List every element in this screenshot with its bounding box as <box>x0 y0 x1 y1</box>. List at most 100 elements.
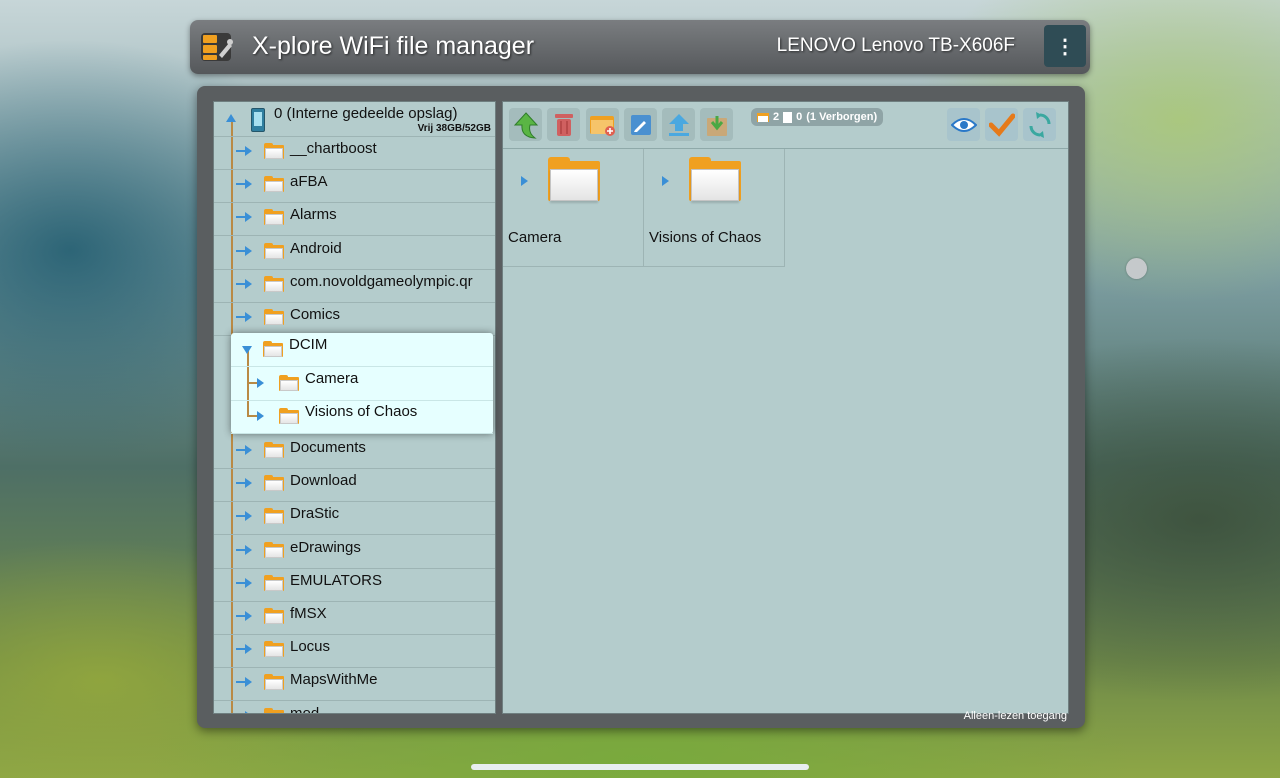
expand-arrow-icon[interactable] <box>236 478 252 489</box>
tree-row[interactable]: mod <box>214 701 495 713</box>
tree-item-label: DCIM <box>289 336 328 353</box>
folder-icon-wrap <box>264 176 284 193</box>
item-count-badge: 2 0 (1 Verborgen) <box>751 108 884 126</box>
folder-icon <box>264 508 284 525</box>
folder-icon-wrap <box>264 541 284 558</box>
eye-icon <box>950 117 977 132</box>
tree-row[interactable]: fMSX <box>214 601 495 635</box>
expand-arrow-icon[interactable] <box>236 511 252 522</box>
tree-root-row[interactable]: 0 (Interne gedeelde opslag) Vrij 38GB/52… <box>214 102 495 137</box>
tree-item-label: Camera <box>305 370 359 387</box>
tree-row[interactable]: EMULATORS <box>214 568 495 602</box>
tree-row[interactable]: Android <box>214 236 495 270</box>
folder-icon <box>264 641 284 658</box>
expand-arrow-icon[interactable] <box>242 346 252 354</box>
tree-row[interactable]: aFBA <box>214 169 495 204</box>
expand-arrow-icon[interactable] <box>236 644 252 655</box>
rename-button[interactable] <box>624 108 657 141</box>
folder-icon <box>264 209 284 226</box>
expand-arrow-icon[interactable] <box>236 312 252 322</box>
folder-icon <box>279 408 299 424</box>
refresh-button[interactable] <box>1023 108 1056 141</box>
expand-arrow-icon[interactable] <box>236 445 252 455</box>
assistive-touch-button[interactable] <box>1126 258 1147 279</box>
expand-arrow-icon[interactable] <box>236 677 252 688</box>
folder-icon <box>264 475 284 492</box>
tree-row[interactable]: DraStic <box>214 501 495 536</box>
trash-icon <box>554 113 573 136</box>
upload-button[interactable] <box>662 108 695 141</box>
tree-row[interactable]: Documents <box>214 435 495 469</box>
select-button[interactable] <box>985 108 1018 141</box>
folder-icon <box>689 157 741 201</box>
grid-item-label: Camera <box>508 229 562 246</box>
folder-icon-wrap <box>264 275 284 292</box>
expand-arrow-icon[interactable] <box>236 611 252 621</box>
tree-item-label: com.novoldgameolympic.qr <box>290 272 473 290</box>
folder-icon <box>264 176 284 193</box>
tree-row[interactable]: Comics <box>214 302 495 336</box>
expand-arrow-icon[interactable] <box>236 577 252 588</box>
folder-icon-wrap <box>279 375 299 391</box>
tree-item-label: Android <box>290 239 342 257</box>
phone-storage-icon <box>251 108 265 132</box>
expand-arrow-icon[interactable] <box>662 176 669 186</box>
hidden-count: (1 Verborgen) <box>806 111 878 123</box>
expanded-folder-dcim[interactable]: DCIM Camera Visions of Chaos <box>231 333 493 434</box>
folder-icon-wrap <box>264 209 284 226</box>
expand-arrow-icon[interactable] <box>521 176 528 186</box>
folder-icon-wrap <box>689 157 741 201</box>
file-count: 0 <box>796 111 803 123</box>
folder-icon-wrap <box>548 157 600 201</box>
arrow-up-icon <box>513 111 538 139</box>
folder-icon-wrap <box>264 674 284 691</box>
expand-arrow-icon[interactable] <box>236 544 252 555</box>
app-logo-icon <box>199 29 235 65</box>
grid-folder-item[interactable]: Camera <box>503 149 644 267</box>
expand-arrow-icon[interactable] <box>257 378 264 388</box>
expand-arrow-icon[interactable] <box>236 179 252 190</box>
grid-item-label: Visions of Chaos <box>649 229 762 246</box>
grid-folder-item[interactable]: Visions of Chaos <box>644 149 785 267</box>
folder-icon <box>264 309 284 325</box>
tree-row-child[interactable]: Camera <box>231 367 493 401</box>
new-folder-button[interactable] <box>586 108 619 141</box>
tree-row-dcim[interactable]: DCIM <box>231 333 493 367</box>
tree-item-label: eDrawings <box>290 538 361 556</box>
expand-arrow-icon[interactable] <box>236 245 252 256</box>
expand-arrow-icon[interactable] <box>236 146 252 156</box>
home-indicator[interactable] <box>471 764 809 770</box>
delete-button[interactable] <box>547 108 580 141</box>
go-up-button[interactable] <box>509 108 542 141</box>
tree-row[interactable]: MapsWithMe <box>214 667 495 702</box>
file-list-pane[interactable]: 2 0 (1 Verborgen) Camera Visions of Chaos <box>502 101 1069 714</box>
folder-count: 2 <box>773 111 780 123</box>
tree-row[interactable]: eDrawings <box>214 535 495 569</box>
tree-row-child[interactable]: Visions of Chaos <box>231 400 493 434</box>
title-bar: X-plore WiFi file manager LENOVO Lenovo … <box>190 20 1090 74</box>
tree-row[interactable]: Alarms <box>214 202 495 237</box>
tree-item-label: Alarms <box>290 206 337 224</box>
tree-row[interactable]: com.novoldgameolympic.qr <box>214 269 495 303</box>
tree-row[interactable]: Locus <box>214 634 495 669</box>
tree-item-label: Download <box>290 472 357 490</box>
collapse-arrow-icon[interactable] <box>226 114 236 122</box>
tree-row[interactable]: Download <box>214 468 495 503</box>
tree-row[interactable]: __chartboost <box>214 136 495 170</box>
more-vertical-icon: ⋮ <box>1055 35 1075 58</box>
edit-icon <box>630 114 651 135</box>
folder-icon <box>264 574 284 591</box>
show-hidden-button[interactable] <box>947 108 980 141</box>
expand-arrow-icon[interactable] <box>236 278 252 289</box>
expand-arrow-icon[interactable] <box>236 212 252 223</box>
overflow-menu-button[interactable]: ⋮ <box>1044 25 1086 67</box>
folder-icon-wrap <box>264 309 284 325</box>
folder-icon-wrap <box>264 608 284 624</box>
folder-icon-wrap <box>264 475 284 492</box>
download-button[interactable] <box>700 108 733 141</box>
expand-arrow-icon[interactable] <box>257 411 264 421</box>
root-storage-label: 0 (Interne gedeelde opslag) <box>274 105 458 122</box>
folder-count-icon <box>757 112 769 122</box>
tree-item-label: MapsWithMe <box>290 671 378 689</box>
folder-icon <box>264 674 284 691</box>
